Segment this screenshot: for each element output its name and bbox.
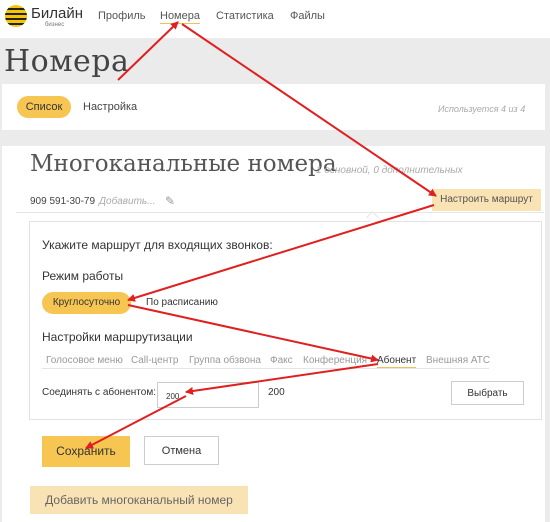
page-title: Номера	[4, 44, 130, 79]
divider	[16, 212, 544, 213]
nav-files[interactable]: Файлы	[290, 10, 325, 22]
add-multichannel-button[interactable]: Добавить многоканальный номер	[30, 486, 248, 514]
save-button[interactable]: Сохранить	[42, 436, 130, 467]
routing-settings-label: Настройки маршрутизации	[42, 330, 193, 344]
beeline-logo-icon[interactable]	[5, 5, 27, 27]
route-tab-fax[interactable]: Факс	[270, 355, 293, 366]
phone-number: 909 591-30-79	[30, 196, 96, 207]
mode-schedule-button[interactable]: По расписанию	[146, 297, 218, 308]
usage-counter: Используется 4 из 4	[438, 104, 526, 114]
route-tab-subscriber[interactable]: Абонент	[377, 355, 417, 368]
pencil-icon[interactable]: ✎	[165, 194, 175, 208]
nav-profile[interactable]: Профиль	[98, 10, 146, 22]
section-title: Многоканальные номера	[30, 151, 337, 177]
cancel-button[interactable]: Отмена	[144, 436, 219, 465]
route-tab-external-pbx[interactable]: Внешняя АТС	[426, 355, 490, 366]
route-tab-voice-menu[interactable]: Голосовое меню	[46, 355, 123, 366]
mode-label: Режим работы	[42, 269, 124, 283]
route-tab-dial-group[interactable]: Группа обзвона	[189, 355, 261, 366]
route-prompt: Укажите маршрут для входящих звонков:	[42, 238, 273, 252]
route-tabs-divider	[42, 368, 489, 369]
brand-name[interactable]: Билайн	[31, 5, 83, 22]
connect-label: Соединять с абонентом:	[42, 387, 156, 398]
nav-statistics[interactable]: Статистика	[216, 10, 274, 22]
add-name-link[interactable]: Добавить...	[99, 196, 156, 207]
mode-24h-button[interactable]: Круглосуточно	[42, 292, 131, 314]
tab-list[interactable]: Список	[17, 96, 71, 118]
nav-numbers[interactable]: Номера	[160, 10, 200, 24]
tab-settings[interactable]: Настройка	[83, 101, 137, 113]
section-subtitle: 1 основной, 0 дополнительных	[316, 165, 463, 176]
route-tab-conference[interactable]: Конференция	[303, 355, 367, 366]
route-tab-call-center[interactable]: Call-центр	[131, 355, 178, 366]
select-button[interactable]: Выбрать	[451, 381, 524, 405]
subscriber-input[interactable]: 200	[157, 382, 259, 408]
brand-subtitle: бизнес	[45, 22, 65, 28]
configure-route-button[interactable]: Настроить маршрут	[432, 189, 541, 211]
selected-subscriber: 200	[268, 387, 285, 398]
